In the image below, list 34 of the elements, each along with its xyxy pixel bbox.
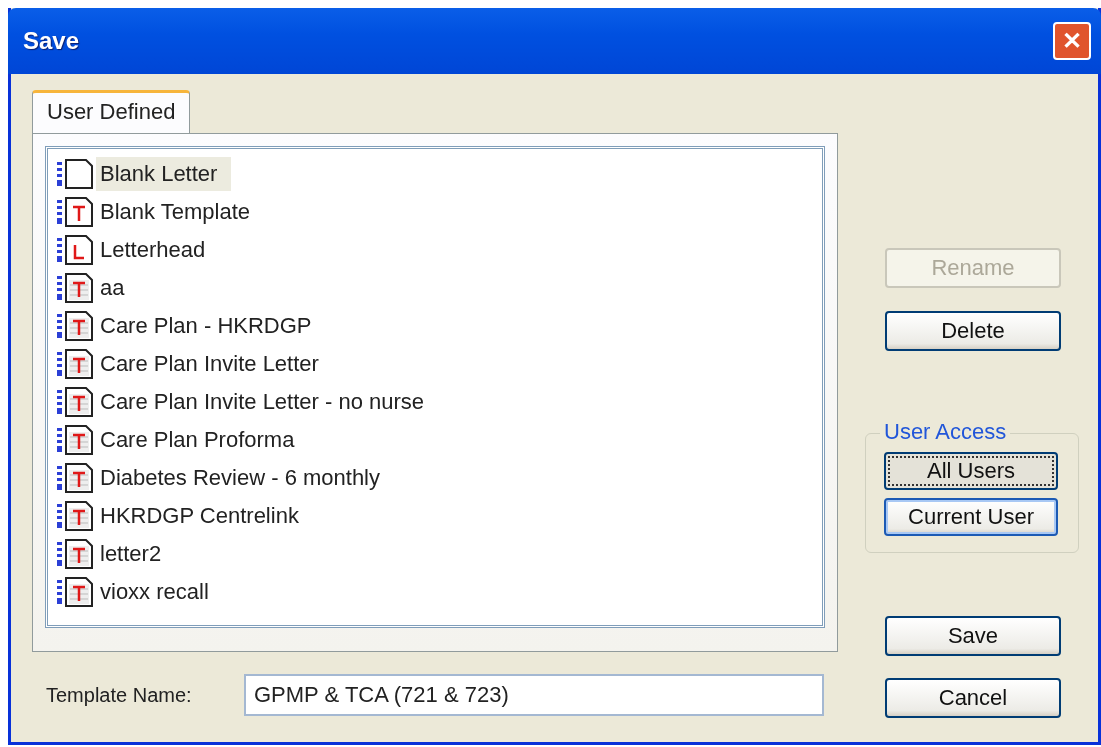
template-item[interactable]: HKRDGP Centrelink <box>96 499 313 533</box>
document-icon <box>56 348 96 380</box>
template-item[interactable]: Care Plan Invite Letter - no nurse <box>96 385 439 419</box>
template-item[interactable]: Care Plan Proforma <box>96 423 309 457</box>
document-icon <box>56 310 96 342</box>
document-icon <box>56 234 96 266</box>
template-item[interactable]: Care Plan - HKRDGP <box>96 309 326 343</box>
document-icon <box>56 462 96 494</box>
document-icon <box>56 424 96 456</box>
document-icon <box>56 196 96 228</box>
template-name-field[interactable]: GPMP & TCA (721 & 723) <box>244 674 824 716</box>
template-item[interactable]: Care Plan Invite Letter <box>96 347 333 381</box>
document-icon <box>56 538 96 570</box>
field-label: Template Name: <box>46 683 193 707</box>
document-icon <box>56 272 96 304</box>
access-button[interactable]: All Users <box>884 452 1058 490</box>
action-button[interactable]: Delete <box>885 311 1061 351</box>
dialog-button[interactable]: Cancel <box>885 678 1061 718</box>
document-icon <box>56 576 96 608</box>
template-item[interactable]: Letterhead <box>96 233 220 267</box>
template-item[interactable]: Diabetes Review - 6 monthly <box>96 461 394 495</box>
close-button[interactable]: ✕ <box>1053 22 1091 60</box>
document-icon <box>56 500 96 532</box>
template-item[interactable]: Blank Letter <box>96 157 232 191</box>
template-item[interactable]: vioxx recall <box>96 575 223 609</box>
template-item[interactable]: letter2 <box>96 537 176 571</box>
template-item[interactable]: aa <box>96 271 139 305</box>
tab[interactable]: User Defined <box>32 90 191 133</box>
window-title: Save <box>23 27 80 55</box>
blank-page-icon <box>56 158 96 190</box>
dialog-button[interactable]: Save <box>885 616 1061 656</box>
access-button[interactable]: Current User <box>884 498 1058 536</box>
template-item[interactable]: Blank Template <box>96 195 264 229</box>
document-icon <box>56 386 96 418</box>
